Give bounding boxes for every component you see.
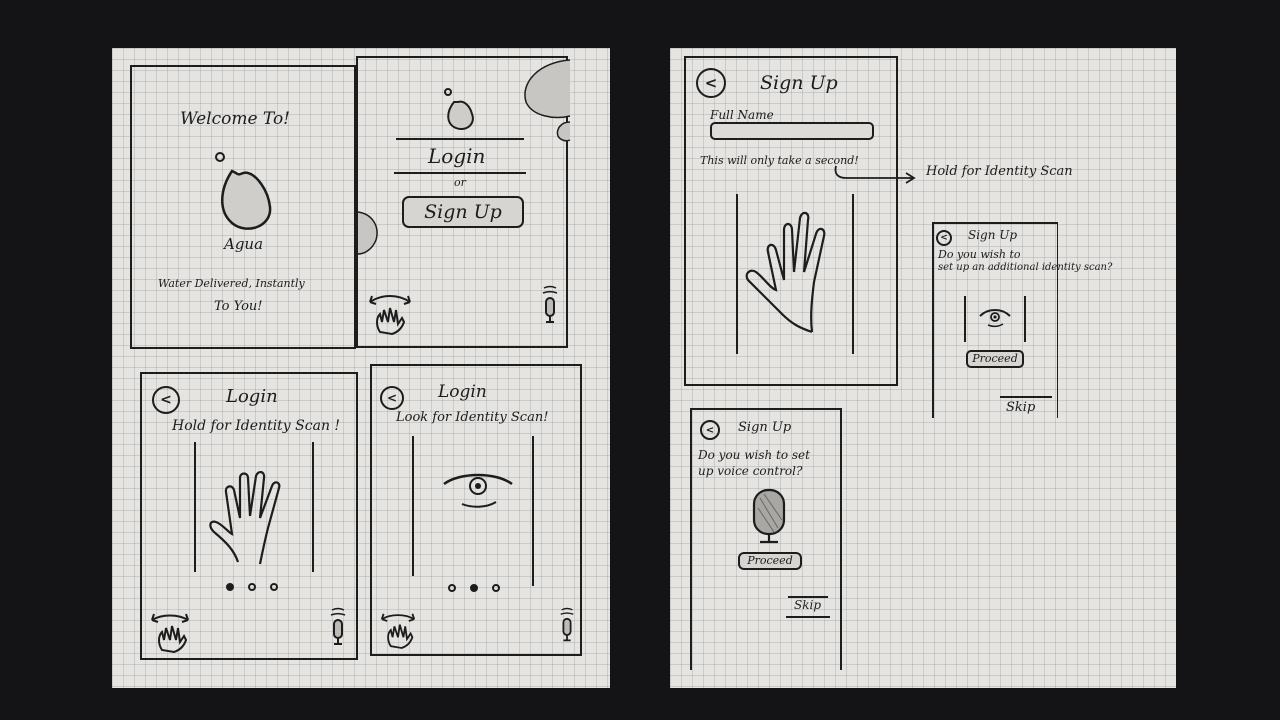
page-dot bbox=[270, 583, 278, 591]
welcome-heading: Welcome To! bbox=[180, 109, 291, 129]
signup-voice-screen: < Sign Up Do you wish to set up voice co… bbox=[690, 408, 842, 670]
microphone-icon[interactable] bbox=[328, 606, 348, 650]
water-drop-icon bbox=[215, 152, 272, 230]
scan-area-left-edge bbox=[194, 442, 196, 572]
scan-area-right-edge bbox=[852, 194, 854, 354]
page-dot-active bbox=[470, 584, 478, 592]
scan-area-left-edge bbox=[736, 194, 738, 354]
login-instruction: Look for Identity Scan! bbox=[396, 410, 549, 425]
login-instruction: Hold for Identity Scan ! bbox=[172, 418, 341, 434]
login-title: Login bbox=[438, 382, 487, 402]
eye-icon bbox=[979, 309, 1011, 328]
decorative-bubble-side bbox=[556, 121, 571, 142]
sketch-sheet-left: Welcome To! Agua Water Delivered, Instan… bbox=[112, 48, 610, 688]
skip-underline-top bbox=[1000, 396, 1052, 398]
tagline-line-1: Water Delivered, Instantly bbox=[158, 277, 305, 290]
voice-question-line-1: Do you wish to set bbox=[698, 448, 810, 462]
back-button[interactable]: < bbox=[700, 420, 720, 440]
signup-title: Sign Up bbox=[738, 420, 792, 435]
additional-scan-question-line-2: set up an additional identity scan? bbox=[938, 262, 1113, 273]
skip-link[interactable]: Skip bbox=[1006, 400, 1035, 415]
microphone-icon bbox=[752, 488, 786, 544]
microphone-icon[interactable] bbox=[558, 606, 576, 646]
skip-link[interactable]: Skip bbox=[794, 598, 821, 612]
additional-scan-question-line-1: Do you wish to bbox=[938, 248, 1021, 261]
hand-icon bbox=[209, 471, 281, 565]
landing-screen: Login or Sign Up bbox=[356, 56, 571, 348]
decorative-bubble-top bbox=[524, 59, 571, 119]
annotation-arrow bbox=[834, 165, 916, 184]
skip-underline-bottom bbox=[786, 616, 830, 618]
scan-area-right-edge bbox=[312, 442, 314, 572]
tagline-line-2: To You! bbox=[214, 299, 263, 314]
signup-screen: < Sign Up Full Name This will only take … bbox=[684, 56, 898, 386]
divider-middle bbox=[394, 172, 526, 174]
hand-swipe-icon[interactable] bbox=[366, 292, 414, 336]
back-button[interactable]: < bbox=[152, 386, 180, 414]
or-label: or bbox=[454, 176, 466, 189]
hand-icon bbox=[745, 211, 826, 334]
signup-title: Sign Up bbox=[760, 72, 838, 94]
annotation-label: Hold for Identity Scan bbox=[926, 164, 1073, 179]
back-button[interactable]: < bbox=[936, 230, 952, 246]
page-dot bbox=[248, 583, 256, 591]
divider-top bbox=[396, 138, 524, 140]
voice-question-line-2: up voice control? bbox=[698, 464, 803, 478]
signup-title: Sign Up bbox=[968, 228, 1018, 242]
page-dot bbox=[492, 584, 500, 592]
welcome-screen: Welcome To! Agua Water Delivered, Instan… bbox=[130, 65, 356, 349]
microphone-icon[interactable] bbox=[540, 284, 560, 328]
back-button[interactable]: < bbox=[696, 68, 726, 98]
signup-button[interactable]: Sign Up bbox=[402, 196, 524, 228]
full-name-input[interactable] bbox=[710, 122, 874, 140]
scan-area-right-edge bbox=[1024, 296, 1026, 342]
back-button[interactable]: < bbox=[380, 386, 404, 410]
scan-area-right-edge bbox=[532, 436, 534, 586]
app-name: Agua bbox=[224, 235, 264, 253]
login-link[interactable]: Login bbox=[428, 144, 485, 168]
sketch-sheet-right: < Sign Up Full Name This will only take … bbox=[670, 48, 1176, 688]
scan-area-left-edge bbox=[964, 296, 966, 342]
scan-area-left-edge bbox=[412, 436, 414, 576]
proceed-button[interactable]: Proceed bbox=[966, 350, 1024, 368]
signup-additional-screen: < Sign Up Do you wish to set up an addit… bbox=[932, 222, 1112, 418]
decorative-bubble-left bbox=[357, 211, 378, 255]
login-hand-screen: < Login Hold for Identity Scan ! bbox=[140, 372, 358, 660]
hand-swipe-icon[interactable] bbox=[380, 612, 416, 649]
hand-swipe-icon[interactable] bbox=[150, 612, 190, 654]
water-drop-icon bbox=[444, 88, 474, 130]
login-title: Login bbox=[226, 386, 278, 407]
full-name-label: Full Name bbox=[710, 108, 774, 122]
login-eye-screen: < Login Look for Identity Scan! bbox=[370, 364, 582, 656]
proceed-button[interactable]: Proceed bbox=[738, 552, 802, 570]
page-dot-active bbox=[226, 583, 234, 591]
eye-icon bbox=[443, 473, 513, 508]
page-dot bbox=[448, 584, 456, 592]
